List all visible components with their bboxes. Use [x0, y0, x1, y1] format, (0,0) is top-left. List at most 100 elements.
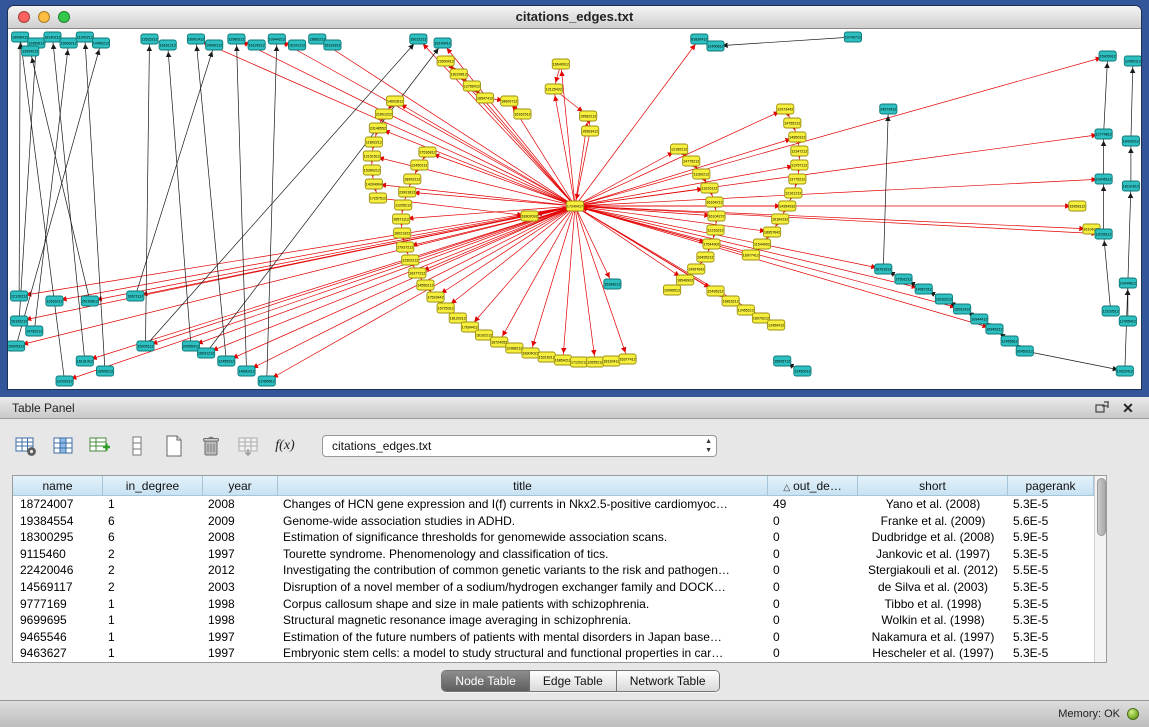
graph-node[interactable]: 16161212: [159, 40, 176, 50]
graph-node[interactable]: 12161212: [785, 188, 802, 198]
graph-node[interactable]: 16191412: [76, 356, 93, 366]
graph-node[interactable]: 12450412: [768, 320, 785, 330]
create-table-icon[interactable]: [160, 432, 188, 460]
graph-edge[interactable]: [407, 192, 575, 206]
column-header-year[interactable]: year: [203, 476, 278, 496]
graph-node[interactable]: 14775212: [683, 156, 700, 166]
graph-edge[interactable]: [575, 206, 883, 269]
graph-edge[interactable]: [561, 64, 575, 206]
graph-node[interactable]: 18220812: [450, 69, 467, 79]
graph-node[interactable]: 12655212: [587, 357, 604, 367]
table-row[interactable]: 969969511998Structural magnetic resonanc…: [13, 612, 1094, 629]
graph-node[interactable]: 14957642: [688, 264, 705, 274]
table-scrollbar[interactable]: [1094, 476, 1106, 662]
graph-node[interactable]: 15905912: [1099, 51, 1116, 61]
graph-edge[interactable]: [575, 149, 679, 206]
graph-edge[interactable]: [1125, 283, 1128, 371]
graph-node[interactable]: 14755212: [784, 118, 801, 128]
graph-edge[interactable]: [145, 39, 149, 346]
graph-node[interactable]: 11240212: [76, 32, 93, 42]
graph-edge[interactable]: [19, 43, 36, 321]
table-row[interactable]: 911546021997Tourette syndrome. Phenomeno…: [13, 546, 1094, 563]
graph-edge[interactable]: [883, 109, 888, 269]
graph-node[interactable]: 12455212: [737, 305, 754, 315]
graph-edge[interactable]: [575, 179, 1104, 206]
graph-node[interactable]: 14550212: [417, 280, 434, 290]
graph-node[interactable]: 12455812: [1001, 336, 1018, 346]
graph-edge[interactable]: [1131, 61, 1133, 141]
graph-node[interactable]: 17591212: [895, 274, 912, 284]
graph-node[interactable]: 10944412: [971, 314, 988, 324]
table-row[interactable]: 1456911722003Disruption of a novel membe…: [13, 579, 1094, 596]
column-header-out-degree[interactable]: △out_de…: [768, 476, 858, 496]
graph-node[interactable]: 14090212: [206, 40, 223, 50]
table-row[interactable]: 1938455462009Genome-wide association stu…: [13, 513, 1094, 530]
graph-node[interactable]: 12615212: [141, 34, 158, 44]
graph-node[interactable]: 21801222: [375, 109, 392, 119]
graph-node[interactable]: 18302092: [521, 211, 538, 221]
graph-node[interactable]: 18120212: [449, 313, 466, 323]
close-panel-icon[interactable]: ✕: [1119, 400, 1137, 416]
import-table-icon[interactable]: [234, 432, 262, 460]
graph-edge[interactable]: [715, 37, 852, 46]
graph-node[interactable]: 16377212: [409, 268, 426, 278]
graph-edge[interactable]: [575, 206, 924, 289]
graph-edge[interactable]: [575, 206, 962, 309]
tab-edge-table[interactable]: Edge Table: [530, 671, 617, 691]
graph-edge[interactable]: [531, 206, 575, 353]
graph-edge[interactable]: [135, 45, 214, 296]
table-selector-combo[interactable]: citations_edges.txt ▲▼: [322, 435, 717, 457]
graph-node[interactable]: 17544902: [703, 239, 720, 249]
graph-node[interactable]: 16091212: [198, 348, 215, 358]
graph-node[interactable]: 16945212: [986, 324, 1003, 334]
table-row[interactable]: 946362711997Embryonic stem cells: a mode…: [13, 645, 1094, 662]
graph-node[interactable]: 16193212: [11, 316, 28, 326]
graph-node[interactable]: 17523442: [427, 292, 444, 302]
graph-edge[interactable]: [19, 206, 575, 296]
graph-edge[interactable]: [196, 39, 575, 206]
graph-edge[interactable]: [19, 37, 20, 296]
column-header-short[interactable]: short: [858, 476, 1008, 496]
graph-node[interactable]: 15184212: [604, 279, 621, 289]
graph-edge[interactable]: [575, 131, 590, 206]
graph-node[interactable]: 15905312: [8, 341, 25, 351]
graph-node[interactable]: 18957642: [764, 227, 781, 237]
graph-node[interactable]: 16191612: [1122, 181, 1139, 191]
row-height-icon[interactable]: [123, 432, 151, 460]
graph-edge[interactable]: [575, 206, 1091, 229]
graph-node[interactable]: 18120412: [603, 356, 620, 366]
graph-edge[interactable]: [1104, 234, 1111, 311]
graph-edge[interactable]: [16, 206, 575, 346]
column-header-title[interactable]: title: [278, 476, 768, 496]
graph-node[interactable]: 12450112: [1124, 56, 1141, 66]
graph-node[interactable]: 15022212: [410, 34, 427, 44]
graph-node[interactable]: 18546902: [677, 275, 694, 285]
graph-node[interactable]: 12347212: [791, 146, 808, 156]
graph-node[interactable]: 12125432: [545, 84, 562, 94]
column-header-name[interactable]: name: [13, 476, 103, 496]
graph-edge[interactable]: [191, 206, 575, 346]
graph-node[interactable]: 12160212: [671, 144, 688, 154]
graph-node[interactable]: 14450212: [92, 38, 109, 48]
graph-node[interactable]: 15958112: [1069, 201, 1086, 211]
graph-edge[interactable]: [575, 206, 772, 232]
table-settings-icon[interactable]: [12, 432, 40, 460]
graph-node[interactable]: 14850312: [789, 132, 806, 142]
minimize-window-button[interactable]: [38, 11, 50, 23]
graph-node[interactable]: 12455612: [218, 356, 235, 366]
graph-node[interactable]: 16091412: [954, 304, 971, 314]
close-window-button[interactable]: [18, 11, 30, 23]
graph-node[interactable]: 12774812: [1095, 129, 1112, 139]
graph-node[interactable]: 17240417: [566, 201, 583, 211]
graph-node[interactable]: 13909212: [96, 366, 113, 376]
graph-node[interactable]: 13757112: [791, 160, 808, 170]
graph-node[interactable]: 12036112: [1095, 229, 1112, 239]
graph-node[interactable]: 25160812: [81, 296, 98, 306]
graph-node[interactable]: 16791912: [875, 264, 892, 274]
graph-node[interactable]: 12216212: [707, 225, 724, 235]
graph-edge[interactable]: [575, 56, 1108, 206]
graph-node[interactable]: 16495212: [697, 252, 714, 262]
graph-node[interactable]: 92450212: [1016, 346, 1033, 356]
graph-node[interactable]: 12980212: [228, 34, 245, 44]
graph-node[interactable]: 12450212: [411, 160, 428, 170]
